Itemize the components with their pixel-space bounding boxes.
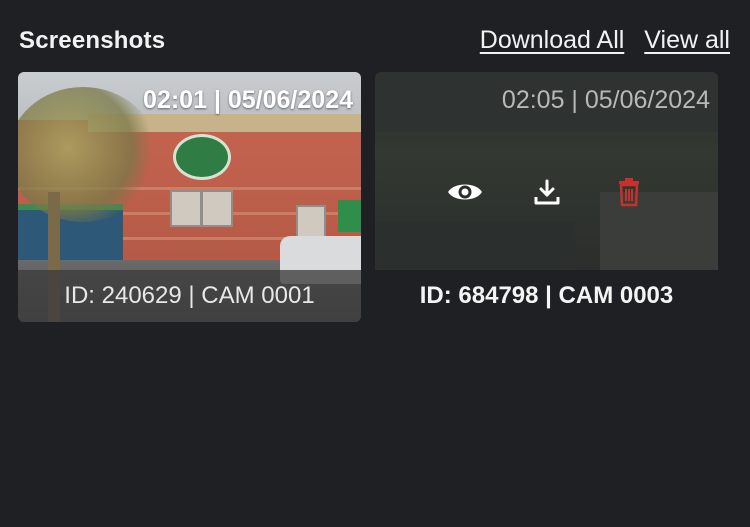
delete-button[interactable] — [610, 175, 648, 209]
caption-bar: ID: 684798 | CAM 0003 — [375, 270, 718, 322]
screenshot-caption: ID: 240629 | CAM 0001 — [64, 282, 315, 309]
screenshot-timestamp: 02:05 | 05/06/2024 — [501, 86, 710, 114]
trash-icon — [618, 178, 639, 207]
screenshot-card[interactable]: 02:01 | 05/06/2024 ID: 240629 | CAM 0001 — [18, 72, 361, 322]
view-all-link[interactable]: View all — [644, 26, 730, 55]
header-links: Download All View all — [480, 26, 730, 55]
screenshot-timestamp: 02:01 | 05/06/2024 — [143, 86, 353, 114]
card-actions — [375, 175, 718, 209]
view-button[interactable] — [446, 175, 484, 209]
download-all-link[interactable]: Download All — [480, 26, 625, 55]
screenshot-caption: ID: 684798 | CAM 0003 — [419, 282, 674, 309]
download-button[interactable] — [528, 175, 566, 209]
caption-bar: ID: 240629 | CAM 0001 — [18, 270, 361, 322]
screenshots-panel: Screenshots Download All View all 02:01 … — [0, 0, 750, 527]
eye-icon — [447, 184, 482, 200]
screenshot-card[interactable]: 02:05 | 05/06/2024 ID: 684798 | CAM 0003 — [375, 72, 718, 322]
download-icon — [534, 179, 559, 205]
panel-title: Screenshots — [19, 27, 166, 54]
